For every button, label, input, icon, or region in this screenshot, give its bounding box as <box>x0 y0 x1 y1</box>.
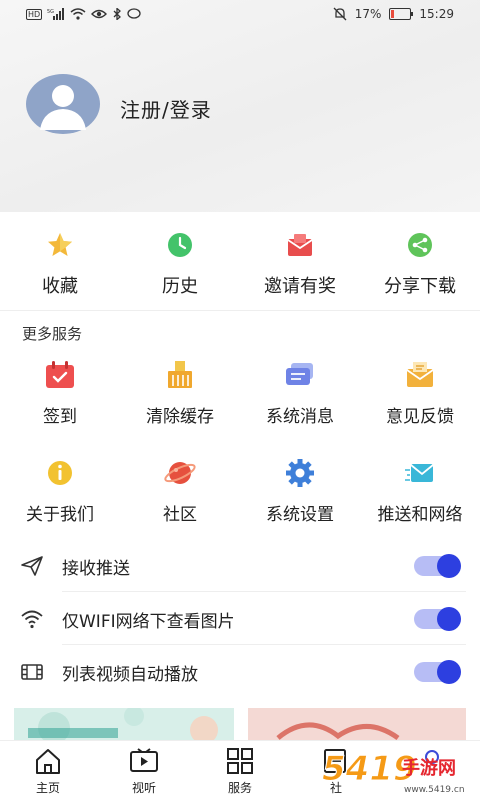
wifi-icon <box>21 610 43 629</box>
setting-row-push: 接收推送 <box>0 540 480 592</box>
quick-history[interactable]: 历史 <box>120 212 240 310</box>
banner-right[interactable] <box>248 708 466 742</box>
services-row-1: 签到 清除缓存 系统消息 意见反馈 <box>0 360 480 427</box>
divider <box>62 591 466 592</box>
status-bar: HD 5G 17% 15:29 <box>0 0 480 28</box>
setting-label: 接收推送 <box>62 558 130 579</box>
avatar-icon[interactable] <box>26 74 100 134</box>
message-bubble-icon <box>127 8 141 19</box>
tab-label: 视听 <box>131 781 156 795</box>
broom-icon <box>168 361 192 388</box>
banner-right-art <box>248 708 466 742</box>
tab-home[interactable]: 主页 <box>0 741 96 801</box>
service-system-settings[interactable]: 系统设置 <box>240 458 360 525</box>
toggle-knob <box>437 554 461 578</box>
battery-percent: 17% <box>354 7 382 21</box>
service-community[interactable]: 社区 <box>120 458 240 525</box>
status-left: HD 5G <box>26 8 141 20</box>
quick-share[interactable]: 分享下载 <box>360 212 480 310</box>
setting-row-autoplay: 列表视频自动播放 <box>0 646 480 698</box>
service-label: 清除缓存 <box>146 407 214 427</box>
banner-left-art <box>28 708 218 742</box>
service-about-us[interactable]: 关于我们 <box>0 458 120 525</box>
feedback-envelope-icon <box>406 362 434 387</box>
toggle-knob <box>437 660 461 684</box>
toggle-knob <box>437 607 461 631</box>
service-label: 意见反馈 <box>386 407 454 427</box>
service-feedback[interactable]: 意见反馈 <box>360 360 480 427</box>
setting-label: 列表视频自动播放 <box>62 664 198 685</box>
quick-favorites[interactable]: 收藏 <box>0 212 120 310</box>
home-icon <box>36 749 60 774</box>
service-label: 关于我们 <box>26 505 94 525</box>
planet-icon <box>164 462 196 484</box>
mute-bell-icon <box>333 7 347 21</box>
quick-label: 收藏 <box>42 276 78 297</box>
share-icon <box>408 233 432 257</box>
quick-invite[interactable]: 邀请有奖 <box>240 212 360 310</box>
send-icon <box>21 556 43 576</box>
quick-label: 分享下载 <box>384 276 456 297</box>
invite-envelope-icon <box>287 234 313 256</box>
quick-actions: 收藏 历史 邀请有奖 分享下载 <box>0 212 480 311</box>
service-push-network[interactable]: 推送和网络 <box>360 458 480 525</box>
status-time: 15:29 <box>419 7 454 21</box>
wifi-images-toggle[interactable] <box>414 607 461 631</box>
setting-label: 仅WIFI网络下查看图片 <box>62 611 235 632</box>
autoplay-toggle[interactable] <box>414 660 461 684</box>
service-label: 签到 <box>43 407 77 427</box>
message-icon <box>286 363 313 385</box>
star-icon <box>48 233 72 256</box>
banner-strip <box>0 708 480 742</box>
tab-label: 服务 <box>227 781 252 795</box>
tab-video[interactable]: 视听 <box>96 741 192 801</box>
login-register-link[interactable]: 注册/登录 <box>120 94 212 123</box>
svg-text:www.5419.cn: www.5419.cn <box>404 785 465 795</box>
service-clear-cache[interactable]: 清除缓存 <box>120 360 240 427</box>
status-right: 17% 15:29 <box>333 7 454 21</box>
divider <box>62 644 466 645</box>
service-label: 系统消息 <box>266 407 334 427</box>
svg-text:手游网: 手游网 <box>402 757 456 779</box>
battery-icon <box>389 8 414 20</box>
tab-label: 主页 <box>35 781 60 795</box>
banner-left[interactable] <box>14 708 234 742</box>
service-label: 系统设置 <box>266 505 334 525</box>
service-checkin[interactable]: 签到 <box>0 360 120 427</box>
bluetooth-icon <box>113 8 122 20</box>
film-icon <box>21 664 43 680</box>
wifi-status-icon <box>70 8 86 20</box>
push-mail-icon <box>405 464 434 482</box>
history-clock-icon <box>168 233 192 257</box>
info-icon <box>48 461 72 485</box>
service-label: 推送和网络 <box>377 505 463 525</box>
service-label: 社区 <box>163 505 197 525</box>
services-row-2: 关于我们 社区 系统设置 推送和网络 <box>0 458 480 525</box>
hd-icon: HD <box>26 8 43 20</box>
setting-row-wifi-images: 仅WIFI网络下查看图片 <box>0 593 480 645</box>
svg-text:5G: 5G <box>47 9 54 15</box>
signal-icon: 5G <box>47 8 65 20</box>
site-watermark-logo: 5419 手游网 www.5419.cn <box>322 749 465 796</box>
quick-label: 邀请有奖 <box>264 276 336 297</box>
more-services-title: 更多服务 <box>22 325 83 343</box>
quick-label: 历史 <box>162 276 198 297</box>
service-system-messages[interactable]: 系统消息 <box>240 360 360 427</box>
push-toggle[interactable] <box>414 554 461 578</box>
calendar-checkin-icon <box>46 361 74 388</box>
eye-icon <box>91 9 108 19</box>
grid-icon <box>227 748 253 774</box>
video-icon <box>130 748 158 772</box>
gear-icon <box>286 459 314 487</box>
tab-services[interactable]: 服务 <box>192 741 288 801</box>
